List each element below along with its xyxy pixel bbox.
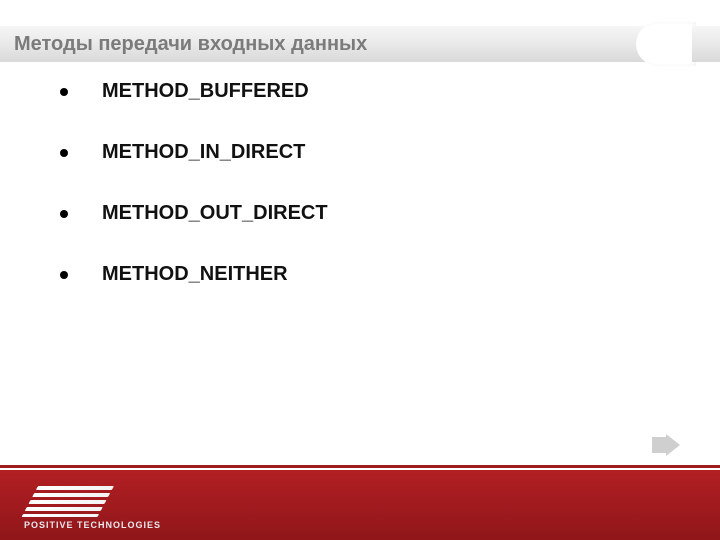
bullet-text: METHOD_IN_DIRECT [102,141,305,164]
slide-title: Методы передачи входных данных [0,33,367,56]
bullet-icon [60,149,68,157]
next-arrow-icon[interactable] [652,434,680,456]
brand-text: POSITIVE TECHNOLOGIES [24,520,161,530]
bullet-icon [60,88,68,96]
list-item: METHOD_BUFFERED [60,80,680,103]
slide: Методы передачи входных данных METHOD_BU… [0,0,720,540]
content-area: METHOD_BUFFERED METHOD_IN_DIRECT METHOD_… [60,80,680,324]
list-item: METHOD_NEITHER [60,263,680,286]
positive-technologies-logo: POSITIVE TECHNOLOGIES [30,486,161,530]
list-item: METHOD_OUT_DIRECT [60,202,680,225]
bullet-icon [60,271,68,279]
title-bar-right [692,26,720,62]
bullet-icon [60,210,68,218]
logo-bars-icon [22,486,114,516]
bullet-text: METHOD_NEITHER [102,263,288,286]
bullet-text: METHOD_OUT_DIRECT [102,202,328,225]
title-bar: Методы передачи входных данных [0,26,720,62]
list-item: METHOD_IN_DIRECT [60,141,680,164]
title-bar-cap [636,22,696,66]
bullet-text: METHOD_BUFFERED [102,80,309,103]
footer: POSITIVE TECHNOLOGIES [0,462,720,540]
